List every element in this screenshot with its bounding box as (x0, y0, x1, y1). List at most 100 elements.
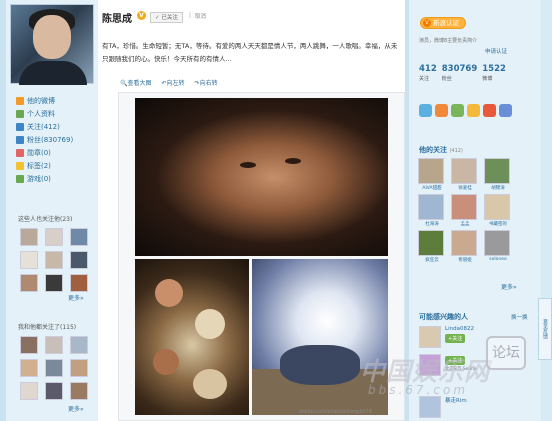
verified-label: 新浪认证 (433, 18, 459, 27)
feedback-tab[interactable]: 意见反馈 (538, 298, 552, 360)
user-thumb[interactable] (70, 336, 88, 354)
following-item[interactable]: 书藏密的 (484, 194, 512, 227)
user-thumb[interactable] (70, 251, 88, 269)
app-icon[interactable] (467, 104, 480, 117)
following-item[interactable]: 徐爱桂 (451, 158, 479, 191)
following-name: soloneo (489, 257, 507, 262)
avatar-suit (19, 61, 87, 85)
also-followed-more-link[interactable]: 更多» (68, 293, 84, 302)
also-followed-grid (20, 228, 88, 292)
nav-item-tags[interactable]: 标签(2) (16, 159, 73, 172)
nav-item-medals[interactable]: 勋章(0) (16, 146, 73, 159)
fans-icon (16, 135, 24, 144)
stat-label: 粉丝 (441, 76, 452, 82)
nav-label: 游戏(0) (27, 174, 51, 183)
following-item[interactable]: 疯狂云 (418, 230, 446, 263)
follow-button[interactable]: +关注 (445, 334, 466, 343)
user-thumb[interactable] (20, 251, 38, 269)
suggestion-item[interactable]: Linda0822 +关注 (419, 326, 474, 348)
post-tools: 🔍查看大图 ↶向左转 ↷向右转 (120, 78, 218, 87)
stat-following[interactable]: 412 关注 (419, 64, 437, 82)
stat-fans[interactable]: 830769 粉丝 (442, 64, 478, 82)
user-thumb[interactable] (70, 228, 88, 246)
following-item[interactable]: 孟孟 (451, 194, 479, 227)
nav-item-profile[interactable]: 个人资料 (16, 107, 73, 120)
user-thumb[interactable] (45, 336, 63, 354)
rose-shape (155, 279, 183, 307)
following-item[interactable]: 杜海涛 (418, 194, 446, 227)
following-avatar (418, 158, 444, 184)
may-know-title: 可能感兴趣的人 (419, 313, 468, 321)
user-thumb[interactable] (20, 359, 38, 377)
left-sidebar: 他的微博 个人资料 关注(412) 粉丝(830769) 勋章(0) 标签(2)… (6, 0, 98, 421)
rotate-left-link[interactable]: ↶向左转 (162, 78, 185, 87)
user-thumb[interactable] (45, 382, 63, 400)
suggestion-avatar (419, 326, 441, 348)
apply-verify-link[interactable]: 申请认证 (485, 47, 507, 55)
following-item[interactable]: 佟丽娅 (451, 230, 479, 263)
profile-name: 陈思成 (102, 14, 132, 25)
rose-shape (153, 349, 179, 375)
user-thumb[interactable] (70, 382, 88, 400)
profile-nav: 他的微博 个人资料 关注(412) 粉丝(830769) 勋章(0) 标签(2)… (16, 94, 73, 185)
app-icon[interactable] (419, 104, 432, 117)
user-thumb[interactable] (45, 228, 63, 246)
separator: | (189, 12, 192, 19)
suggestion-item[interactable]: 暴走Rim (419, 396, 467, 418)
followed-label: 已关注 (161, 15, 178, 21)
nav-item-weibo[interactable]: 他的微博 (16, 94, 73, 107)
cancel-follow-link[interactable]: 取消 (195, 12, 206, 23)
suggestion-info: 暴走Rim (445, 396, 467, 418)
verified-v-icon: V (423, 19, 431, 27)
following-name: 胡锦涛 (491, 186, 505, 191)
app-icon[interactable] (435, 104, 448, 117)
following-title-text: 他的关注 (419, 146, 447, 154)
user-thumb[interactable] (20, 274, 38, 292)
profile-avatar[interactable] (10, 4, 94, 85)
user-thumb[interactable] (45, 251, 63, 269)
change-suggestions-link[interactable]: 换一换 (511, 313, 528, 321)
app-icon[interactable] (499, 104, 512, 117)
following-item[interactable]: AIVA甜甜 (418, 158, 446, 191)
stat-weibo[interactable]: 1522 微博 (482, 64, 506, 82)
view-large-link[interactable]: 🔍查看大图 (120, 78, 152, 87)
user-thumb[interactable] (20, 228, 38, 246)
rotate-right-link[interactable]: ↷向右转 (195, 78, 218, 87)
user-thumb[interactable] (45, 274, 63, 292)
app-icon[interactable] (451, 104, 464, 117)
following-avatar (451, 158, 477, 184)
user-thumb[interactable] (20, 382, 38, 400)
portrait-eye (285, 158, 301, 164)
photo-roses (135, 259, 249, 415)
following-item[interactable]: soloneo (484, 230, 512, 263)
user-thumb[interactable] (70, 274, 88, 292)
main-content: 陈思成 V ✓ 已关注 | 取消 有TA，珍惜。生命短暂；无TA，等待。有爱的两… (98, 0, 405, 421)
home-icon (16, 96, 24, 105)
nav-item-following[interactable]: 关注(412) (16, 120, 73, 133)
user-thumb[interactable] (20, 336, 38, 354)
followed-button[interactable]: ✓ 已关注 (150, 12, 183, 23)
suggestion-name: 暴走Rim (445, 398, 467, 404)
he-followed-title: 我和他都关注了(115) (18, 324, 77, 331)
app-icon[interactable] (483, 104, 496, 117)
following-name: 徐爱桂 (458, 186, 472, 191)
nav-item-fans[interactable]: 粉丝(830769) (16, 133, 73, 146)
portrait-eye (240, 162, 256, 168)
user-thumb[interactable] (70, 359, 88, 377)
user-thumb[interactable] (45, 359, 63, 377)
stat-label: 微博 (482, 76, 493, 82)
rose-shape (193, 369, 227, 399)
following-item[interactable]: 胡锦涛 (484, 158, 512, 191)
nav-label: 他的微博 (27, 96, 55, 105)
following-title[interactable]: 他的关注 (412) (419, 145, 463, 155)
stat-num: 412 (419, 64, 437, 74)
following-more-link[interactable]: 更多» (501, 282, 517, 291)
suggestion-name: Linda0822 (445, 326, 474, 332)
nav-label: 勋章(0) (27, 148, 51, 157)
nav-label: 粉丝(830769) (27, 135, 74, 144)
following-name: AIVA甜甜 (422, 186, 442, 191)
nav-label: 关注(412) (27, 122, 60, 131)
sina-verified-badge[interactable]: V 新浪认证 (420, 17, 466, 29)
he-followed-more-link[interactable]: 更多» (68, 404, 84, 413)
nav-item-games[interactable]: 游戏(0) (16, 172, 73, 185)
